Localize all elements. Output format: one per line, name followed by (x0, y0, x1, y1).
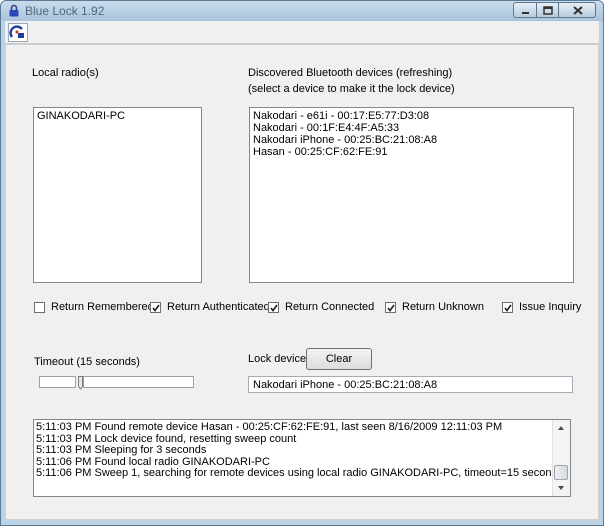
checkmark-icon (152, 304, 160, 312)
checkbox-box[interactable] (502, 302, 513, 313)
close-icon (573, 6, 583, 15)
scroll-up-button[interactable] (553, 420, 569, 436)
checkmark-icon (387, 304, 395, 312)
log-scrollbar[interactable] (552, 420, 570, 496)
toolbar-button[interactable] (8, 23, 28, 42)
checkbox-box[interactable] (268, 302, 279, 313)
activity-log[interactable]: 5:11:03 PM Found remote device Hasan - 0… (33, 419, 571, 497)
checkbox-label: Issue Inquiry (519, 301, 582, 313)
toolbar (5, 21, 599, 44)
minimize-button[interactable] (513, 2, 537, 18)
list-item[interactable]: GINAKODARI-PC (37, 110, 198, 122)
arrow-down-icon (558, 486, 564, 490)
timeout-label: Timeout (15 seconds) (34, 356, 140, 368)
local-radios-label: Local radio(s) (32, 67, 99, 79)
slider-thumb[interactable] (78, 376, 83, 390)
checkbox-label: Return Remembered (51, 301, 154, 313)
discovered-devices-hint: (select a device to make it the lock dev… (248, 83, 455, 95)
checkbox-box[interactable] (150, 302, 161, 313)
checkbox-box[interactable] (385, 302, 396, 313)
log-line: 5:11:03 PM Sleeping for 3 seconds (36, 444, 207, 456)
discovered-devices-list[interactable]: Nakodari - e61i - 00:17:E5:77:D3:08 Nako… (249, 107, 574, 283)
minimize-icon (522, 12, 529, 14)
checkmark-icon (504, 304, 512, 312)
arrow-up-icon (558, 426, 564, 430)
padlock-icon (9, 4, 19, 17)
discovered-devices-label: Discovered Bluetooth devices (refreshing… (248, 67, 453, 79)
app-toolbar-icon (9, 25, 24, 38)
checkbox-label: Return Unknown (402, 301, 484, 313)
checkmark-icon (270, 304, 278, 312)
scroll-down-button[interactable] (553, 480, 569, 496)
local-radios-list[interactable]: GINAKODARI-PC (33, 107, 202, 283)
list-item[interactable]: Hasan - 00:25:CF:62:FE:91 (253, 146, 570, 158)
checkbox-box[interactable] (34, 302, 45, 313)
clear-button[interactable]: Clear (306, 348, 372, 370)
title-bar[interactable]: Blue Lock 1.92 (1, 1, 603, 21)
maximize-button[interactable] (536, 2, 559, 18)
lock-device-label: Lock device (248, 353, 307, 365)
scrollbar-thumb[interactable] (554, 465, 568, 480)
close-button[interactable] (558, 2, 596, 18)
checkbox-label: Return Connected (285, 301, 375, 313)
list-item[interactable]: Nakodari - 00:1F:E4:4F:A5:33 (253, 122, 570, 134)
maximize-icon (543, 6, 553, 15)
lock-device-field[interactable]: Nakodari iPhone - 00:25:BC:21:08:A8 (248, 376, 573, 393)
app-window: Blue Lock 1.92 Local radio(s) Discovered… (0, 0, 604, 526)
checkbox-label: Return Authenticated (167, 301, 270, 313)
list-item[interactable]: Nakodari iPhone - 00:25:BC:21:08:A8 (253, 134, 570, 146)
log-line: 5:11:06 PM Sweep 1, searching for remote… (36, 467, 564, 479)
log-line: 5:11:03 PM Found remote device Hasan - 0… (36, 421, 503, 433)
main-panel: Local radio(s) Discovered Bluetooth devi… (5, 44, 599, 520)
window-title: Blue Lock 1.92 (25, 4, 105, 18)
timeout-slider[interactable] (39, 376, 197, 390)
list-item[interactable]: Nakodari - e61i - 00:17:E5:77:D3:08 (253, 110, 570, 122)
